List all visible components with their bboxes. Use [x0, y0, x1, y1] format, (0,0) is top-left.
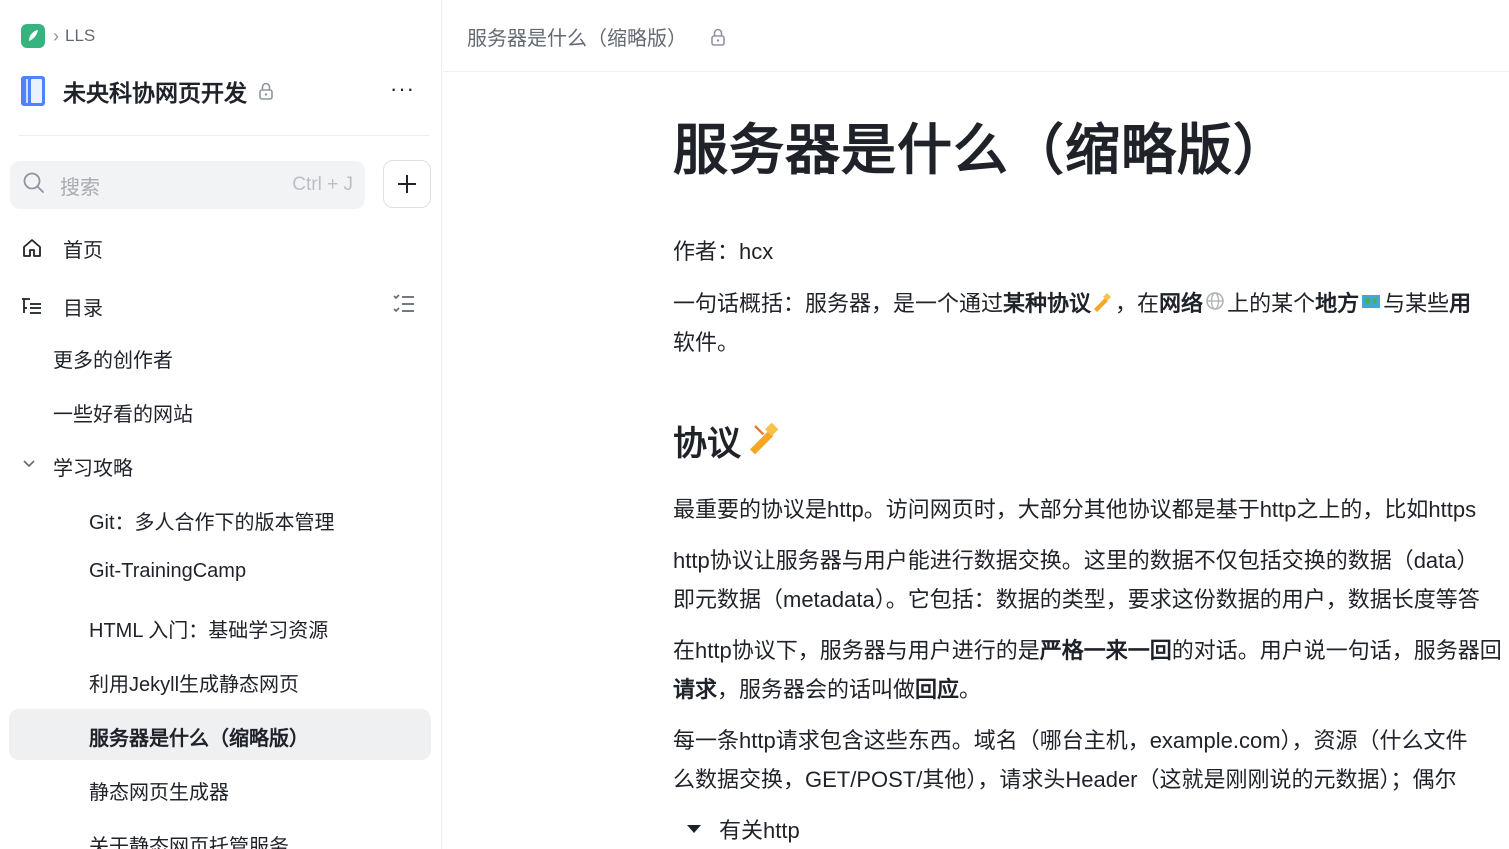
text: 上的某个 [1227, 291, 1316, 316]
home-icon [23, 239, 41, 257]
summary-paragraph: 一句话概括：服务器，是一个通过某种协议 ，在网络 上的某个地方 与某些用 [673, 284, 1471, 325]
header-doc-title[interactable]: 服务器是什么（缩略版） [467, 22, 687, 51]
document-header: 服务器是什么（缩略版） [443, 0, 1509, 72]
bold-text: 请求 [673, 677, 718, 702]
chevron-right-icon: › [53, 25, 59, 46]
lock-icon [709, 27, 727, 47]
tree-item[interactable]: Git-TrainingCamp [89, 560, 246, 583]
bold-text: 地方 [1315, 291, 1360, 316]
tree-item[interactable]: HTML 入门：基础学习资源 [89, 614, 328, 643]
space-title[interactable]: 未央科协网页开发 [63, 74, 247, 108]
network-icon [1203, 286, 1227, 325]
page-title: 服务器是什么（缩略版） [673, 119, 1290, 181]
app-logo-icon[interactable] [21, 24, 45, 48]
divider [18, 135, 430, 136]
plus-icon [398, 175, 416, 193]
add-button[interactable] [383, 160, 431, 208]
writing-hand-icon [1091, 286, 1115, 325]
text: 的对话。用户说一句话，服务器回 [1171, 638, 1502, 663]
search-icon [22, 171, 46, 200]
paragraph: 在http协议下，服务器与用户进行的是严格一来一回的对话。用户说一句话，服务器回 [673, 631, 1502, 670]
toc-icon [22, 298, 41, 314]
bold-text: 用 [1449, 291, 1472, 316]
bold-text: 严格一来一回 [1039, 638, 1172, 663]
triangle-down-icon[interactable] [687, 825, 701, 833]
writing-hand-icon [745, 416, 785, 465]
search-placeholder: 搜索 [60, 176, 100, 199]
space-header: 未央科协网页开发 ··· [21, 74, 421, 108]
document-body: 服务器是什么（缩略版） 作者：hcx 一句话概括：服务器，是一个通过某种协议 ，在… [673, 110, 1509, 843]
tree-item-folder[interactable]: 学习攻略 [53, 452, 133, 481]
text: 一句话概括：服务器，是一个通过 [673, 291, 1004, 316]
paragraph-cont: 即元数据（metadata）。它包括：数据的类型，要求这份数据的用户，数据长度等… [673, 587, 1480, 612]
text: ，服务器会的话叫做 [717, 677, 916, 702]
tree-item[interactable]: Git：多人合作下的版本管理 [89, 506, 335, 535]
nav-home-label: 首页 [63, 239, 103, 262]
paragraph-cont: 么数据交换，GET/POST/其他），请求头Header（这就是刚刚说的元数据）… [673, 767, 1457, 792]
more-options-button[interactable]: ··· [390, 78, 415, 100]
author-line: 作者：hcx [673, 239, 774, 264]
paragraph: http协议让服务器与用户能进行数据交换。这里的数据不仅包括交换的数据（data… [673, 548, 1479, 573]
search-shortcut: Ctrl + J [292, 174, 353, 195]
toggle-label: 有关http [719, 818, 800, 843]
bold-text: 网络 [1159, 291, 1204, 316]
tree-item[interactable]: 关于静态网页托管服务 [89, 830, 289, 849]
bold-text: 回应 [915, 677, 960, 702]
nav-toc-label: 目录 [63, 297, 103, 320]
lock-icon [257, 81, 275, 101]
paragraph-cont: 请求，服务器会的话叫做回应。 [673, 670, 981, 709]
tree-item[interactable]: 静态网页生成器 [89, 776, 229, 805]
nav-home[interactable]: 首页 [21, 233, 103, 263]
sidebar: › LLS 未央科协网页开发 ··· 搜索 Ctrl + J 首页 目录 更多的… [0, 0, 442, 849]
text: ，在 [1115, 291, 1160, 316]
tree-item[interactable]: 更多的创作者 [53, 344, 173, 373]
paragraph: 最重要的协议是http。访问网页时，大部分其他协议都是基于http之上的，比如h… [673, 497, 1477, 522]
heading-text: 协议 [673, 425, 741, 463]
book-icon [21, 76, 45, 106]
heading-protocol: 协议 [673, 416, 785, 465]
text: 在http协议下，服务器与用户进行的是 [673, 638, 1040, 663]
paragraph: 每一条http请求包含这些东西。域名（哪台主机，example.com），资源（… [673, 728, 1468, 753]
map-icon [1359, 286, 1383, 325]
text: 与某些 [1383, 291, 1450, 316]
nav-toc[interactable]: 目录 [21, 291, 103, 321]
tree-item[interactable]: 利用Jekyll生成静态网页 [89, 668, 299, 697]
tree-item[interactable]: 一些好看的网站 [53, 398, 193, 427]
chevron-down-icon[interactable] [21, 455, 37, 476]
text: 。 [959, 677, 982, 702]
breadcrumb: › LLS [21, 24, 95, 48]
list-view-icon[interactable] [392, 292, 416, 321]
breadcrumb-item[interactable]: LLS [65, 26, 95, 46]
search-input[interactable]: 搜索 Ctrl + J [10, 161, 365, 209]
summary-paragraph-cont: 软件。 [673, 330, 740, 355]
tree-item-active[interactable]: 服务器是什么（缩略版） [89, 722, 309, 751]
toggle-block[interactable]: 有关http [687, 813, 800, 845]
bold-text: 某种协议 [1003, 291, 1092, 316]
